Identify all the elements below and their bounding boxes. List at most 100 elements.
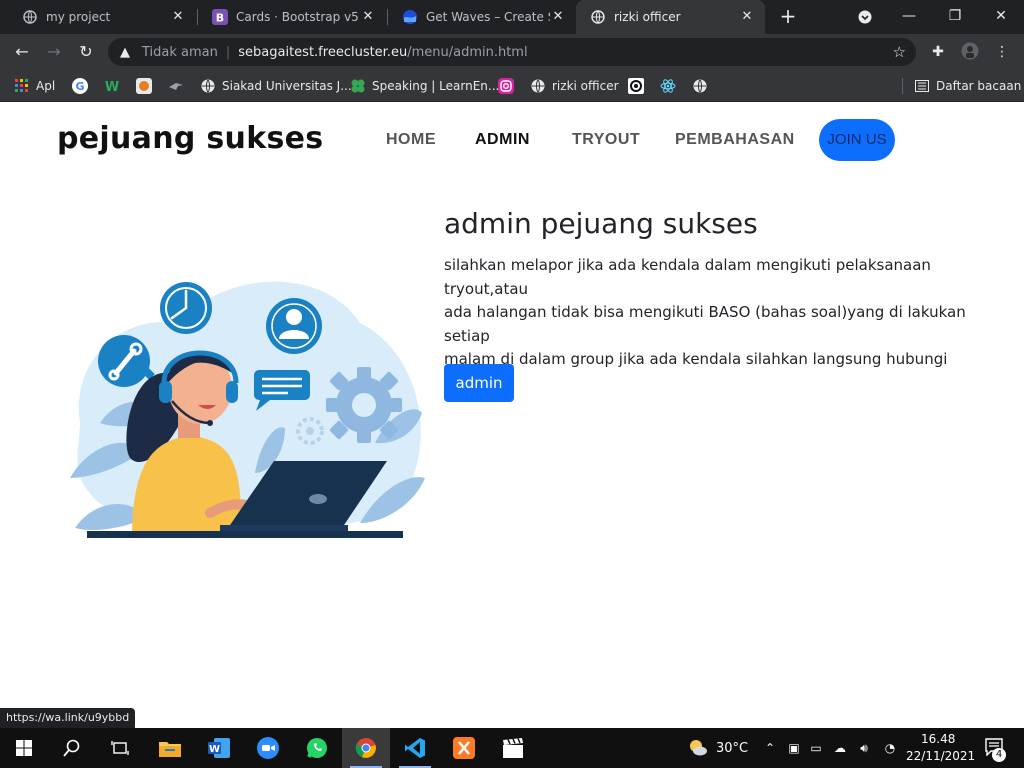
bookmarks-bar: Apl G W Siakad Universitas J... Speaking… [0,70,1024,102]
tab-get-waves[interactable]: Get Waves – Create SVG ✕ [388,0,576,34]
zoom-icon [257,737,279,759]
profile-avatar[interactable] [960,42,980,62]
windows-taskbar: W 30°C ⌃ ▣ ▭ ☁ 🔊︎ ◔ 16.48 22/11/2021 4 [0,728,1024,768]
security-label[interactable]: Tidak aman [142,45,218,60]
reading-list-label: Daftar bacaan [936,79,1022,93]
tab-rizki-officer[interactable]: rizki officer ✕ [576,0,765,34]
task-view-button[interactable] [96,728,144,768]
cloud-icon[interactable]: ☁ [832,740,848,756]
clock-time[interactable]: 16.48 [921,732,955,746]
globe-icon [22,9,38,25]
windows-icon [16,740,32,756]
word-button[interactable]: W [195,728,243,768]
chrome-icon [355,738,376,758]
new-tab-icon[interactable]: + [776,5,800,29]
spiral-icon [628,78,644,94]
close-window-icon[interactable]: ✕ [978,0,1024,34]
wifi-icon[interactable]: ◔ [882,740,898,756]
globe-icon [590,9,606,25]
bookmark-speaking[interactable]: Speaking | LearnEn... [350,76,499,96]
bird-icon [168,78,184,94]
bookmark-label: Apl [36,79,56,93]
tab-title: Get Waves – Create SVG [426,10,550,24]
task-view-icon [111,741,129,755]
status-link-preview: https://wa.link/u9ybbd [0,708,136,728]
svg-text:G: G [75,80,84,93]
close-icon[interactable]: ✕ [550,9,566,25]
video-editor-button[interactable] [489,728,537,768]
whatsapp-button[interactable] [293,728,341,768]
more-menu-icon[interactable]: ⋮ [992,42,1012,62]
reading-list-button[interactable]: Daftar bacaan [914,76,1021,96]
bookmark-orange[interactable] [136,76,158,96]
web-page: pejuang sukses HOME ADMIN TRYOUT PEMBAHA… [0,103,1024,728]
vscode-button[interactable] [391,728,439,768]
bookmark-star-icon[interactable]: ☆ [893,43,906,61]
screen: my project ✕ B Cards · Bootstrap v5.0 ✕ … [0,0,1024,768]
bootstrap-icon: B [212,9,228,25]
forward-icon[interactable]: → [42,40,66,64]
start-button[interactable] [0,728,48,768]
search-button[interactable] [48,728,96,768]
description-line: silahkan melapor jika ada kendala dalam … [444,256,931,298]
tab-search-icon[interactable] [842,0,888,34]
bookmark-rizki-officer[interactable]: rizki officer [530,76,619,96]
tab-bootstrap-cards[interactable]: B Cards · Bootstrap v5.0 ✕ [198,0,386,34]
admin-button[interactable]: admin [444,364,514,402]
xampp-button[interactable] [440,728,488,768]
clock-icon [160,282,212,334]
weather-icon[interactable] [688,738,708,758]
site-brand[interactable]: pejuang sukses [57,121,323,156]
bookmark-label: Siakad Universitas J... [222,79,352,93]
bookmark-label: rizki officer [552,79,619,93]
address-bar[interactable]: ▲ Tidak aman | sebagaitest.freecluster.e… [108,38,916,66]
bookmark-wordpress[interactable]: W [104,76,126,96]
nav-tryout[interactable]: TRYOUT [572,131,640,149]
file-explorer-button[interactable] [146,728,194,768]
battery-icon[interactable]: ▭ [808,740,824,756]
bookmark-bird[interactable] [168,76,190,96]
close-icon[interactable]: ✕ [170,9,186,25]
react-icon [660,78,676,94]
tab-my-project[interactable]: my project ✕ [8,0,196,34]
bookmark-siakad[interactable]: Siakad Universitas J... [200,76,352,96]
weather-temperature[interactable]: 30°C [716,741,748,756]
w-logo-icon: W [104,78,120,94]
nav-pembahasan[interactable]: PEMBAHASAN [675,131,795,149]
folder-icon [159,742,181,757]
meet-now-icon[interactable]: ▣ [786,740,802,756]
globe-icon [692,78,708,94]
volume-icon[interactable]: 🔊︎ [856,740,872,756]
nav-home[interactable]: HOME [386,131,436,149]
reload-icon[interactable]: ↻ [74,40,98,64]
description-line: malam di dalam group jika ada kendala si… [444,350,948,392]
search-icon [63,739,80,757]
vscode-icon [405,738,425,758]
clock-date[interactable]: 22/11/2021 [906,749,975,763]
warning-icon[interactable]: ▲ [120,45,136,60]
bookmark-react[interactable] [660,76,682,96]
globe-icon [200,78,216,94]
customer-support-illustration [70,281,425,538]
description-line: ada halangan tidak bisa mengikuti BASO (… [444,303,966,345]
bookmark-google[interactable]: G [72,76,94,96]
chrome-button[interactable] [342,728,390,768]
bookmark-globe[interactable] [692,76,714,96]
bookmark-instagram[interactable] [498,76,520,96]
close-icon[interactable]: ✕ [360,9,376,25]
nav-admin[interactable]: ADMIN [475,131,530,149]
page-description: silahkan melapor jika ada kendala dalam … [444,254,979,395]
extensions-icon[interactable]: ✚ [928,42,948,62]
url-host: sebagaitest.freecluster.eu [238,44,408,60]
restore-icon[interactable]: ❐ [932,0,978,34]
zoom-button[interactable] [244,728,292,768]
back-icon[interactable]: ← [10,40,34,64]
chevron-up-icon[interactable]: ⌃ [762,740,778,756]
minimize-icon[interactable]: — [886,0,932,34]
bookmark-apps[interactable]: Apl [14,76,55,96]
tab-title: Cards · Bootstrap v5.0 [236,10,360,24]
tab-title: my project [46,10,111,24]
bookmark-spiral[interactable] [628,76,650,96]
close-icon[interactable]: ✕ [739,9,755,25]
join-us-button[interactable]: JOIN US [819,119,895,161]
